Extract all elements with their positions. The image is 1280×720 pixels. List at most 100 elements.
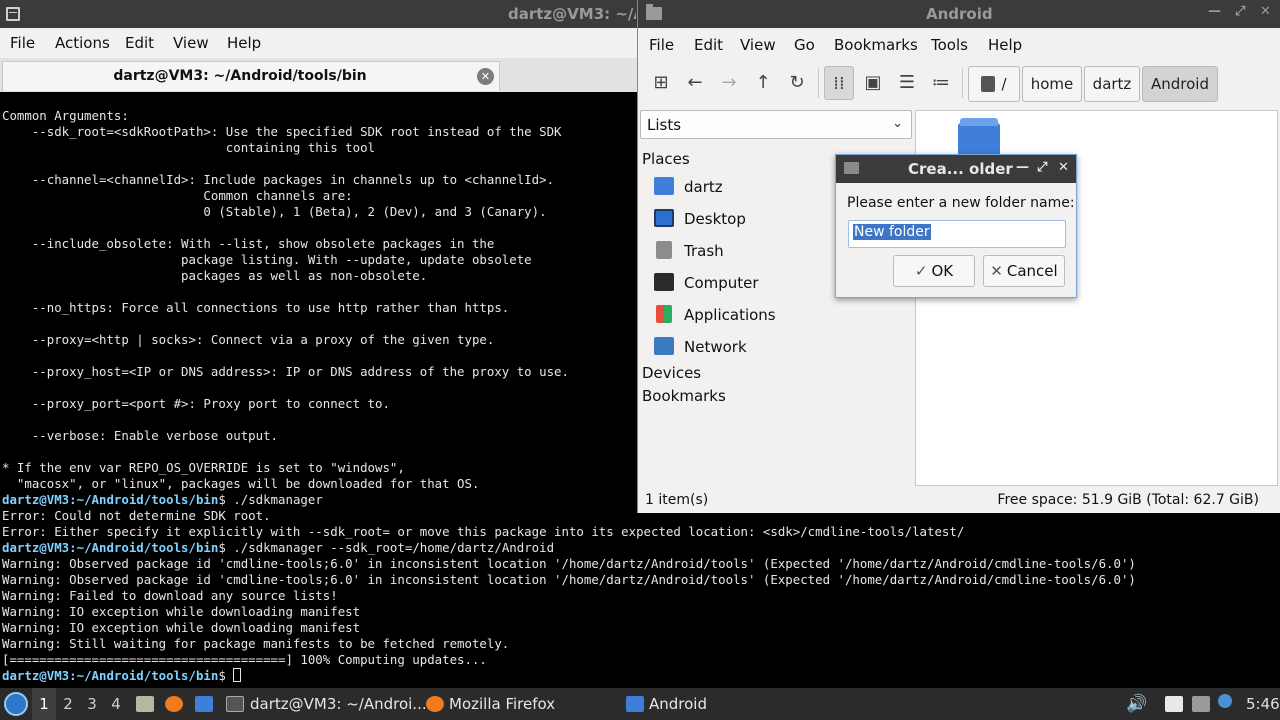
place-item-network[interactable]: Network: [654, 334, 904, 362]
terminal-line: "macosx", or "linux", packages will be d…: [16, 476, 480, 491]
workspace-1[interactable]: 1: [32, 688, 56, 720]
fm-menu-help[interactable]: Help: [988, 36, 1022, 54]
close-icon[interactable]: ✕: [1260, 4, 1271, 19]
terminal-task-icon: [226, 696, 244, 712]
terminal-line: Common Arguments:: [2, 108, 129, 123]
detailed-list-view-icon[interactable]: ≔: [926, 66, 956, 100]
terminal-cursor: [233, 668, 242, 682]
back-icon[interactable]: ←: [680, 66, 710, 100]
place-label: Network: [684, 338, 747, 356]
terminal-error-line: Error: Either specify it explicitly with…: [2, 524, 965, 539]
fm-menu-edit[interactable]: Edit: [694, 36, 723, 54]
clipboard-icon[interactable]: [1165, 696, 1183, 712]
minimize-icon[interactable]: —: [1208, 4, 1221, 19]
bookmarks-heading[interactable]: Bookmarks: [642, 387, 726, 405]
place-item-applications[interactable]: Applications: [654, 302, 904, 330]
terminal-icon: [6, 7, 20, 21]
volume-icon[interactable]: 🔊: [1126, 688, 1147, 720]
prompt-user: dartz@VM3:: [2, 540, 77, 555]
command-line: $ ./sdkmanager: [218, 492, 323, 507]
task-firefox[interactable]: Mozilla Firefox: [449, 688, 555, 720]
terminal-warning-line: Warning: IO exception while downloading …: [2, 604, 361, 619]
cancel-label: Cancel: [1006, 262, 1058, 280]
fm-menu-file[interactable]: File: [649, 36, 674, 54]
devices-heading[interactable]: Devices: [642, 364, 701, 382]
dialog-title: Crea... older: [908, 160, 1013, 178]
command-line: $ ./sdkmanager --sdk_root=/home/dartz/An…: [218, 540, 555, 555]
terminal-tab[interactable]: dartz@VM3: ~/Android/tools/bin ✕: [2, 61, 500, 91]
fm-menu-tools[interactable]: Tools: [931, 36, 968, 54]
terminal-menu-file[interactable]: File: [10, 34, 35, 52]
terminal-warning-line: [=====================================] …: [2, 652, 487, 667]
tab-close-icon[interactable]: ✕: [477, 68, 494, 85]
folder-name-value: New folder: [853, 224, 931, 240]
breadcrumb-home[interactable]: home: [1022, 66, 1082, 102]
file-manager-titlebar[interactable]: Android — ⤢ ✕: [638, 0, 1280, 28]
place-label: Applications: [684, 306, 776, 324]
status-bar: 1 item(s) Free space: 51.9 GiB (Total: 6…: [638, 488, 1280, 512]
desktop-launcher-icon[interactable]: [195, 696, 213, 712]
terminal-menu-actions[interactable]: Actions: [55, 34, 110, 52]
new-tab-icon[interactable]: ⊞: [646, 66, 676, 100]
terminal-line: --proxy_host=<IP or DNS address>: IP or …: [31, 364, 569, 379]
task-terminal[interactable]: dartz@VM3: ~/Androi...: [250, 688, 427, 720]
breadcrumb-dartz[interactable]: dartz: [1084, 66, 1140, 102]
prompt-path: ~/Android/tools/bin: [76, 668, 219, 683]
workspace-2[interactable]: 2: [56, 688, 80, 720]
fm-menu-go[interactable]: Go: [794, 36, 815, 54]
fm-menu-bookmarks[interactable]: Bookmarks: [834, 36, 918, 54]
folder-name-input[interactable]: New folder: [848, 220, 1066, 248]
maximize-icon[interactable]: ⤢: [1037, 160, 1047, 175]
place-label: Trash: [684, 242, 724, 260]
minimize-icon[interactable]: —: [1016, 160, 1029, 175]
display-icon[interactable]: [1192, 696, 1210, 712]
places-heading[interactable]: Places: [642, 150, 690, 168]
workspace-3[interactable]: 3: [80, 688, 104, 720]
workspace-4[interactable]: 4: [104, 688, 128, 720]
close-icon[interactable]: ✕: [1058, 160, 1069, 175]
breadcrumb-root[interactable]: /: [968, 66, 1020, 102]
thumbnail-view-icon[interactable]: ▣: [858, 66, 888, 100]
terminal-line: * If the env var REPO_OS_OVERRIDE is set…: [2, 460, 405, 475]
cancel-button[interactable]: ✕ Cancel: [983, 255, 1065, 287]
prompt-user: dartz@VM3:: [2, 668, 77, 683]
dialog-titlebar[interactable]: Crea... older — ⤢ ✕: [836, 155, 1076, 183]
terminal-menu-view[interactable]: View: [173, 34, 209, 52]
terminal-warning-line: Warning: Still waiting for package manif…: [2, 636, 510, 651]
file-manager-launcher-icon[interactable]: [136, 696, 154, 712]
terminal-line: --include_obsolete: With --list, show ob…: [31, 236, 495, 251]
terminal-warning-line: Warning: Observed package id 'cmdline-to…: [2, 556, 1136, 571]
breadcrumb-android[interactable]: Android: [1142, 66, 1218, 102]
up-icon[interactable]: ↑: [748, 66, 778, 100]
forward-icon[interactable]: →: [714, 66, 744, 100]
fm-menu-view[interactable]: View: [740, 36, 776, 54]
terminal-tabbar: dartz@VM3: ~/Android/tools/bin ✕: [0, 58, 638, 92]
x-icon: ✕: [990, 262, 1003, 280]
firefox-launcher-icon[interactable]: [165, 696, 183, 712]
place-label: Computer: [684, 274, 759, 292]
task-android[interactable]: Android: [649, 688, 707, 720]
terminal-menu-help[interactable]: Help: [227, 34, 261, 52]
side-pane-mode-select[interactable]: Lists ⌄: [640, 110, 912, 139]
breadcrumb-label: /: [1001, 75, 1007, 93]
file-manager-menubar: File Edit View Go Bookmarks Tools Help: [638, 28, 1280, 60]
toolbar-separator: [818, 68, 819, 98]
start-menu-icon[interactable]: [4, 692, 28, 716]
check-icon: ✓: [914, 262, 928, 280]
terminal-menu-edit[interactable]: Edit: [125, 34, 154, 52]
maximize-icon[interactable]: ⤢: [1235, 4, 1245, 19]
ok-button[interactable]: ✓ OK: [893, 255, 975, 287]
terminal-line: containing this tool: [225, 140, 375, 155]
terminal-title: dartz@VM3: ~/Android/tools/bin: [508, 5, 636, 23]
update-notifier-icon[interactable]: [1218, 694, 1232, 708]
reload-icon[interactable]: ↻: [782, 66, 812, 100]
folder-icon[interactable]: [958, 118, 1000, 157]
icon-view-icon[interactable]: ⁞⁞: [824, 66, 854, 100]
terminal-warning-line: Warning: Failed to download any source l…: [2, 588, 338, 603]
clock[interactable]: 5:46: [1246, 688, 1280, 720]
desktop-icon: [654, 209, 674, 227]
compact-view-icon[interactable]: ☰: [892, 66, 922, 100]
terminal-line: Common channels are:: [203, 188, 353, 203]
ok-label: OK: [931, 262, 954, 280]
terminal-warning-line: Warning: Observed package id 'cmdline-to…: [2, 572, 1136, 587]
